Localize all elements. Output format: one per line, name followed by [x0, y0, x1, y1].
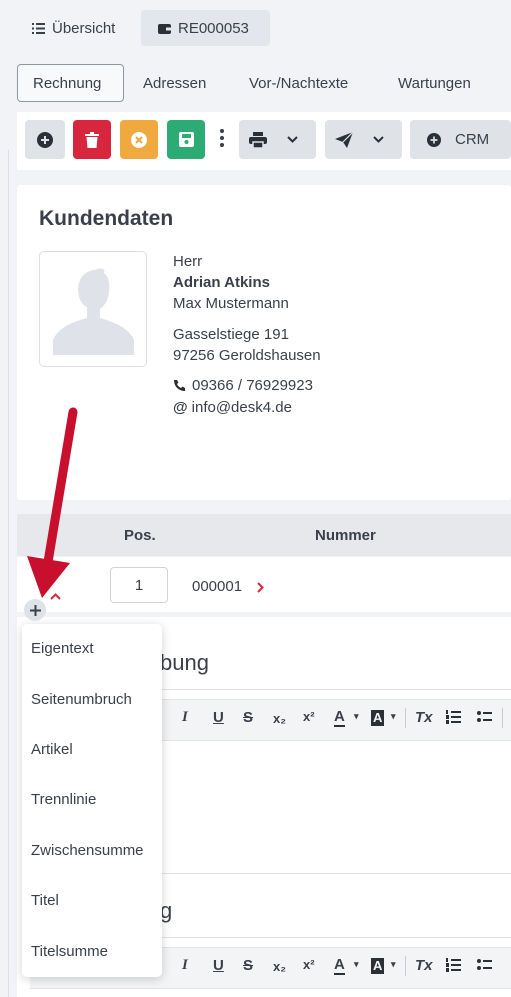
avatar [39, 251, 147, 367]
chevron-down-icon [373, 136, 384, 143]
plus-circle-icon [427, 132, 441, 147]
tab-overview[interactable]: Übersicht [32, 10, 115, 46]
save-icon [178, 132, 194, 147]
customer-contact: Max Mustermann [173, 295, 289, 312]
more-options-icon[interactable] [219, 128, 225, 148]
bullet-list-icon[interactable] [477, 958, 492, 976]
save-button[interactable] [167, 120, 205, 159]
section-description-title: bung [160, 650, 209, 675]
customer-email-row: @ info@desk4.de [173, 399, 292, 416]
tab-adressen-label: Adressen [143, 74, 207, 92]
delete-button[interactable] [73, 120, 111, 159]
customer-phone-row: 09366 / 76929923 [173, 377, 313, 394]
ordered-list-icon[interactable] [446, 710, 461, 728]
header-nummer: Nummer [315, 527, 376, 544]
menu-item-zwischensumme[interactable]: Zwischensumme [31, 842, 144, 859]
chevron-right-icon[interactable] [257, 580, 264, 598]
strikethrough-button[interactable]: S [243, 957, 253, 974]
x-circle-icon [131, 131, 147, 148]
cancel-button[interactable] [120, 120, 158, 159]
clear-format-button[interactable]: Tx [415, 957, 433, 974]
clear-format-button[interactable]: Tx [415, 709, 433, 726]
item-number[interactable]: 000001 [192, 578, 242, 595]
tab-wartungen[interactable]: Wartungen [398, 64, 471, 102]
printer-icon [249, 131, 267, 148]
superscript-button[interactable]: x² [303, 957, 315, 972]
tab-rechnung[interactable]: Rechnung [17, 64, 124, 102]
plus-icon [29, 604, 41, 616]
underline-button[interactable]: U [213, 709, 224, 726]
menu-item-seitenumbruch[interactable]: Seitenumbruch [31, 691, 132, 708]
menu-item-titel[interactable]: Titel [31, 892, 59, 909]
italic-button[interactable]: I [182, 957, 188, 974]
plus-circle-icon [37, 131, 53, 148]
left-border [8, 150, 9, 997]
text-color-button[interactable]: A [334, 709, 345, 727]
italic-button[interactable]: I [182, 709, 188, 726]
toolbar-separator [405, 956, 406, 976]
phone-icon [174, 380, 185, 391]
tab-invoice-label: RE000053 [178, 19, 249, 37]
bullet-list-icon[interactable] [477, 710, 492, 728]
position-input[interactable]: 1 [110, 567, 168, 603]
superscript-button[interactable]: x² [303, 709, 315, 724]
customer-city: 97256 Geroldshausen [173, 347, 321, 364]
bg-color-button[interactable]: A [371, 710, 385, 726]
wallet-icon [158, 23, 171, 34]
menu-item-titelsumme[interactable]: Titelsumme [31, 943, 108, 960]
toolbar-separator [405, 708, 406, 728]
customer-street: Gasselstiege 191 [173, 326, 289, 343]
ordered-list-icon[interactable] [446, 958, 461, 976]
collapse-chevron-icon[interactable] [50, 587, 61, 605]
menu-item-trennlinie[interactable]: Trennlinie [31, 791, 96, 808]
bg-color-caret-icon[interactable]: ▾ [391, 711, 396, 722]
subscript-button[interactable]: x₂ [273, 959, 286, 974]
tab-wartungen-label: Wartungen [398, 74, 471, 92]
header-pos: Pos. [124, 527, 156, 544]
tab-vor-nachtexte[interactable]: Vor-/Nachtexte [249, 64, 348, 102]
subscript-button[interactable]: x₂ [273, 711, 286, 726]
add-position-button[interactable] [24, 599, 46, 621]
print-dropdown-button[interactable] [239, 120, 316, 159]
table-header [17, 514, 511, 556]
bg-color-caret-icon[interactable]: ▾ [391, 959, 396, 970]
customer-salutation: Herr [173, 253, 203, 270]
text-color-caret-icon[interactable]: ▾ [354, 959, 359, 970]
customer-card-title: Kundendaten [39, 207, 174, 230]
paper-plane-icon [335, 131, 353, 148]
chevron-down-icon [287, 136, 298, 143]
tab-adressen[interactable]: Adressen [143, 64, 206, 102]
toolbar-separator [502, 708, 503, 728]
add-button[interactable] [25, 120, 65, 159]
crm-label: CRM [455, 131, 490, 148]
text-color-caret-icon[interactable]: ▾ [354, 711, 359, 722]
menu-item-artikel[interactable]: Artikel [31, 741, 73, 758]
send-dropdown-button[interactable] [325, 120, 402, 159]
customer-email: info@desk4.de [191, 399, 292, 416]
tab-vor-nachtexte-label: Vor-/Nachtexte [249, 74, 349, 92]
bg-color-button[interactable]: A [371, 958, 385, 974]
underline-button[interactable]: U [213, 957, 224, 974]
at-icon: @ [173, 399, 188, 416]
tab-rechnung-label: Rechnung [33, 74, 102, 92]
customer-phone: 09366 / 76929923 [192, 377, 313, 394]
tab-overview-label: Übersicht [52, 19, 116, 37]
text-color-button[interactable]: A [334, 957, 345, 975]
list-icon [32, 22, 45, 34]
strikethrough-button[interactable]: S [243, 709, 253, 726]
tab-invoice-re000053[interactable]: RE000053 [141, 10, 270, 46]
table-row [17, 557, 511, 612]
trash-icon [85, 131, 99, 148]
user-silhouette-icon [53, 268, 134, 355]
customer-name: Adrian Atkins [173, 274, 270, 291]
menu-item-eigentext[interactable]: Eigentext [31, 640, 94, 657]
crm-button[interactable]: CRM [410, 120, 511, 159]
